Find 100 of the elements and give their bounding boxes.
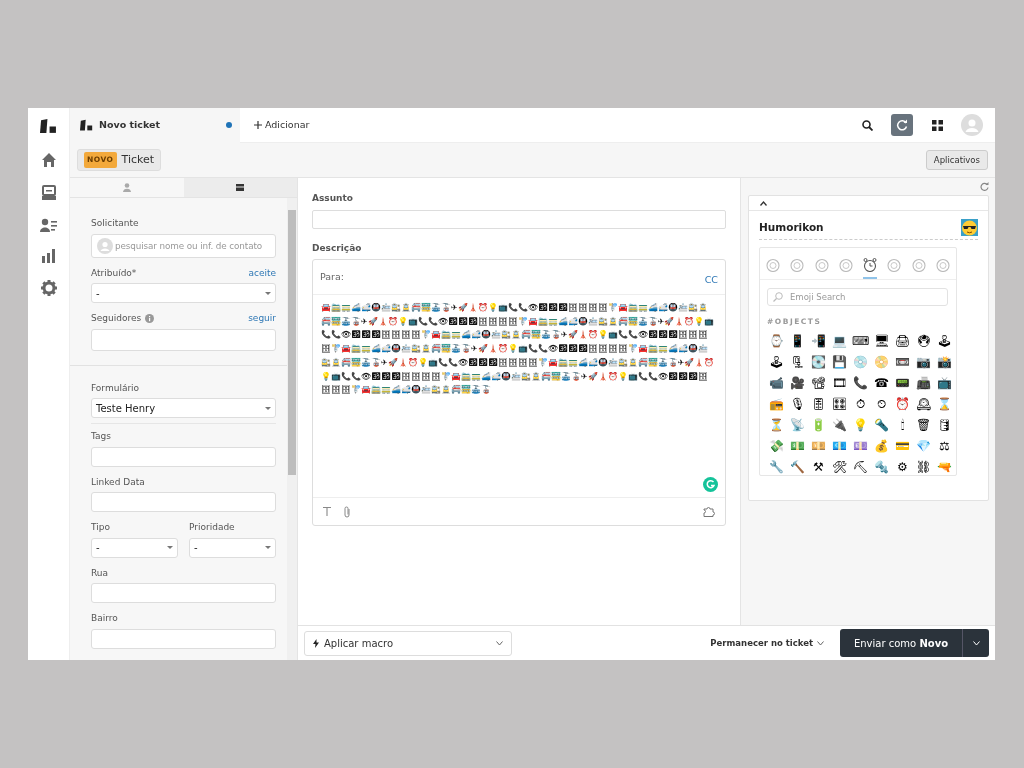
plus-icon [254,121,262,129]
inbox-icon[interactable] [41,185,56,201]
emoji-button[interactable]: 📞 [850,373,871,395]
field-label: Linked Data [91,475,145,489]
emoji-button[interactable]: ⏲ [871,394,892,416]
user-icon [122,183,131,192]
emoji-button[interactable]: 💿 [850,352,871,374]
contacts-icon[interactable] [40,218,57,232]
emoji-button[interactable]: 🛠 [829,457,850,475]
text-field[interactable] [91,583,276,603]
emoji-button[interactable]: 📱 [787,331,808,353]
cc-link[interactable]: CC [704,272,718,288]
scrollbar[interactable] [287,198,297,660]
emoji-button[interactable]: 📠 [913,373,934,395]
macro-dropdown[interactable]: Aplicar macro [304,630,512,656]
emoji-button[interactable]: 💾 [829,352,850,374]
emoji-button[interactable]: 💸 [766,436,787,458]
send-button[interactable]: Enviar como Novo [840,629,962,657]
text-field[interactable] [91,628,276,649]
apps-button[interactable]: Aplicativos [925,149,988,171]
emoji-button[interactable]: ⚖ [934,436,955,458]
stay-dropdown[interactable]: Permanecer no ticket [704,635,830,651]
select-field[interactable]: - [91,537,178,558]
contact-search-field[interactable]: pesquisar nome ou inf. de contato [91,233,276,258]
emoji-button[interactable]: 🔌 [829,415,850,437]
emoji-button[interactable]: 📸 [934,352,955,374]
emoji-button[interactable]: ⚒ [808,457,829,475]
emoji-button[interactable]: 💎 [913,436,934,458]
grammar-check-icon[interactable] [703,477,718,492]
emoji-button[interactable]: 📲 [808,331,829,353]
emoji-button[interactable]: 💷 [850,436,871,458]
emoji-button[interactable]: ⚙ [892,457,913,475]
refresh-icon[interactable] [980,182,989,191]
emoji-button[interactable]: 💻 [829,331,850,353]
chevron-up-icon [759,200,767,206]
emoji-button[interactable]: ⏰ [892,394,913,416]
emoji-button[interactable]: ⏱ [850,394,871,416]
emoji-button[interactable]: 🗜 [787,352,808,374]
emoji-button[interactable]: 🖥 [871,331,892,353]
collapse-button[interactable] [758,198,768,208]
emoji-button[interactable]: ⛏ [850,457,871,475]
emoji-button[interactable]: 🔧 [766,457,787,475]
emoji-button[interactable]: 🗑 [913,415,934,437]
emoji-button[interactable]: 🔦 [871,415,892,437]
emoji-button[interactable]: 🎥 [787,373,808,395]
field-label: Solicitante [91,217,139,230]
category-tab[interactable] [863,255,878,279]
text-field[interactable] [91,328,276,351]
field-label: Tags [91,430,111,443]
select-field[interactable]: - [189,537,276,558]
emoji-button[interactable]: 📼 [892,352,913,374]
emoji-button[interactable]: 🛢 [934,415,955,437]
select-field[interactable]: - [91,283,276,303]
emoji-button[interactable]: ⛓ [913,457,934,475]
emoji-button[interactable]: ⌚ [766,331,787,353]
emoji-button[interactable]: 🎛 [829,394,850,416]
paperclip-icon[interactable] [343,505,351,518]
field-label: Tipo [91,521,110,534]
emoji-button[interactable]: 📽 [808,373,829,395]
text-field[interactable] [91,492,276,512]
emoji-button[interactable]: 🎚 [808,394,829,416]
emoji-button[interactable]: 📟 [892,373,913,395]
refresh-button[interactable] [891,114,913,136]
emoji-button[interactable]: 🕯 [892,415,913,437]
select-field[interactable]: Teste Henry [91,398,276,418]
emoji-button[interactable]: 🕹 [766,352,787,374]
emoji-button[interactable]: 📹 [766,373,787,395]
add-tab-button[interactable]: Adicionar [250,115,314,135]
emoji-button[interactable]: 🕹 [934,331,955,353]
sunglasses-face-icon [961,219,978,236]
home-icon[interactable] [40,152,57,168]
emoji-button[interactable]: 📷 [913,352,934,374]
message-text[interactable]: 🚘🚞🚃🚄🚅🚇🚈🚉🚊🚝🚟🚠🚡✈🚀🗼⏰💡📺📞📞👁🕉🕉🕉🗄🗄🗄🗄🚏🚘🚞🚃🚄🚅🚇🚈🚉🚊🚝🚟🚠🚡✈🚀🗼⏰💡📺📞📞👁🕉🕉🕉🗄🗄🗄🗄🚏🚘🚞🚃🚄🚅🚇🚈🚉🚊🚝🚟🚠🚡✈🚀🗼⏰💡📺📞📞👁🕉🕉🕉🗄🗄🗄🗄🚏🚘🚞🚃🚄🚅🚇🚈🚉🚊🚝🚟🚠🚡✈🚀🗼⏰💡📺📞📞👁🕉🕉🕉🗄🗄🗄🗄🚏🚘🚞🚃🚄🚅🚇🚈🚉🚊🚝🚟🚠🚡✈🚀🗼⏰💡📺📞📞👁🕉🕉🕉🗄🗄🗄🗄🚏🚘🚞🚃🚄🚅🚇🚈🚉🚊🚝🚟🚠🚡✈🚀🗼⏰💡📺📞📞👁🕉🕉🕉🗄🗄🗄🗄🚏🚘🚞🚃🚄🚅🚇🚈🚉🚊🚝🚟🚠🚡✈🚀🗼⏰💡📺📞📞👁🕉🕉🕉🗄🗄🗄🗄🚏🚘🚞🚃🚄🚅🚇🚈🚉🚊🚝🚟🚠🚡✈🚀🗼⏰💡📺📞📞👁🕉🕉🕉🗄🗄🗄🗄🚏🚘🚞🚃🚄🚅🚇🚈🚉🚊🚝🚟🚠🚡 [321,301,717,397]
emoji-button[interactable]: 🖲 [913,331,934,353]
emoji-button[interactable]: 📺 [934,373,955,395]
settings-icon[interactable] [40,280,57,296]
bar-chart-icon[interactable] [41,249,56,263]
ticket-tab[interactable]: Novo ticket [70,108,240,143]
emoji-button[interactable]: 🕰 [913,394,934,416]
panel-tab[interactable] [183,178,297,197]
emoji-search-field[interactable]: Emoji Search [767,288,948,306]
emoji-button[interactable]: ⌨ [850,331,871,353]
emoji-button[interactable]: 🔩 [871,457,892,475]
subject-field[interactable] [312,209,726,229]
emoji-button[interactable]: 🖨 [892,331,913,353]
send-options-button[interactable] [962,629,989,657]
refresh-icon [896,119,908,131]
field-link[interactable]: seguir [248,312,276,326]
emoji-button[interactable]: ☎ [871,373,892,395]
emoji-button[interactable]: 💵 [787,436,808,458]
field-link[interactable]: aceite [248,266,276,280]
text-format-icon[interactable] [323,507,331,516]
avatar-icon[interactable] [961,114,983,136]
emoji-button[interactable]: 🎙 [787,394,808,416]
emoji-button[interactable]: 🔨 [787,457,808,475]
emoji-button[interactable]: 📡 [787,415,808,437]
emoji-button[interactable]: 💽 [808,352,829,374]
app-title: Humorikon [759,219,824,235]
emoji-button[interactable]: 🎞 [829,373,850,395]
text-field[interactable] [91,446,276,467]
